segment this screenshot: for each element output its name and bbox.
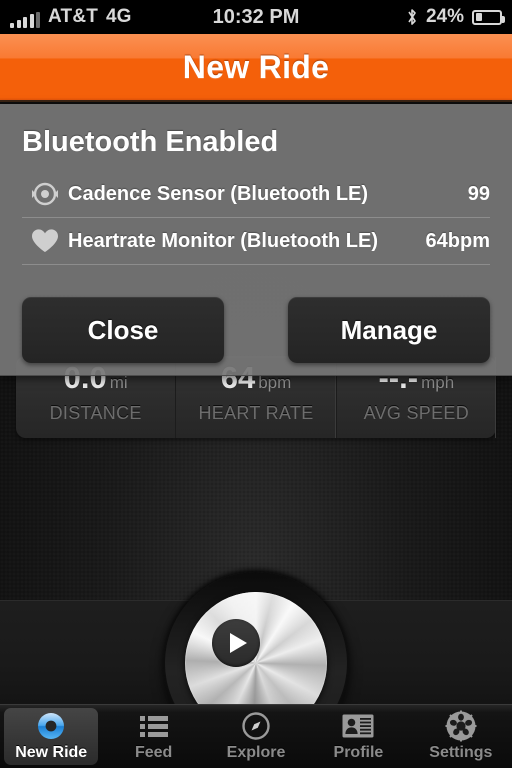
stat-avg-speed-label: AVG SPEED <box>363 403 470 423</box>
cadence-icon <box>22 181 68 207</box>
battery-percent-label: 24% <box>425 6 464 27</box>
app-screen: AT&T 4G 10:32 PM 24% New Ride 0.0 mi DIST… <box>0 0 512 768</box>
status-bar-right: 24% <box>406 6 505 28</box>
tab-profile-label: Profile <box>333 744 384 761</box>
battery-icon <box>472 9 505 25</box>
tab-new-ride[interactable]: New Ride <box>0 705 102 768</box>
tab-new-ride-label: New Ride <box>15 744 88 761</box>
chainring-icon <box>445 710 477 742</box>
sensor-value: 99 <box>467 182 490 205</box>
play-icon[interactable] <box>212 619 260 667</box>
page-title: New Ride <box>182 48 330 85</box>
compass-icon <box>241 711 271 741</box>
tab-feed[interactable]: Feed <box>102 705 204 768</box>
status-bar: AT&T 4G 10:32 PM 24% <box>0 0 512 34</box>
sensor-list: Cadence Sensor (Bluetooth LE) 99 Heartra… <box>22 171 490 265</box>
tab-profile[interactable]: Profile <box>307 705 409 768</box>
modal-actions: Close Manage <box>0 297 512 363</box>
stat-distance-label: DISTANCE <box>49 403 142 423</box>
contact-card-icon <box>342 711 374 741</box>
tab-bar: New Ride Feed Explore Profile Settings <box>0 704 512 768</box>
tab-explore-label: Explore <box>226 744 286 761</box>
manage-button[interactable]: Manage <box>288 297 490 363</box>
tab-settings-label: Settings <box>429 744 493 761</box>
sensor-value: 64bpm <box>425 229 490 252</box>
ride-ring-icon <box>36 711 66 741</box>
sensor-name: Heartrate Monitor (Bluetooth LE) <box>68 229 378 252</box>
sensor-name: Cadence Sensor (Bluetooth LE) <box>68 182 369 205</box>
list-item[interactable]: Heartrate Monitor (Bluetooth LE) 64bpm <box>22 218 490 265</box>
list-item[interactable]: Cadence Sensor (Bluetooth LE) 99 <box>22 171 490 218</box>
modal-heading: Bluetooth Enabled <box>22 126 279 158</box>
tab-feed-label: Feed <box>134 744 173 761</box>
tab-explore[interactable]: Explore <box>205 705 307 768</box>
list-icon <box>139 711 169 741</box>
tab-settings[interactable]: Settings <box>410 705 512 768</box>
navigation-bar: New Ride <box>0 34 512 102</box>
stat-heart-rate-label: HEART RATE <box>198 403 314 423</box>
bluetooth-icon <box>408 9 416 25</box>
heart-icon <box>22 228 68 254</box>
bluetooth-modal: Bluetooth Enabled Cadence Sensor (Blueto… <box>0 104 512 376</box>
close-button[interactable]: Close <box>22 297 224 363</box>
